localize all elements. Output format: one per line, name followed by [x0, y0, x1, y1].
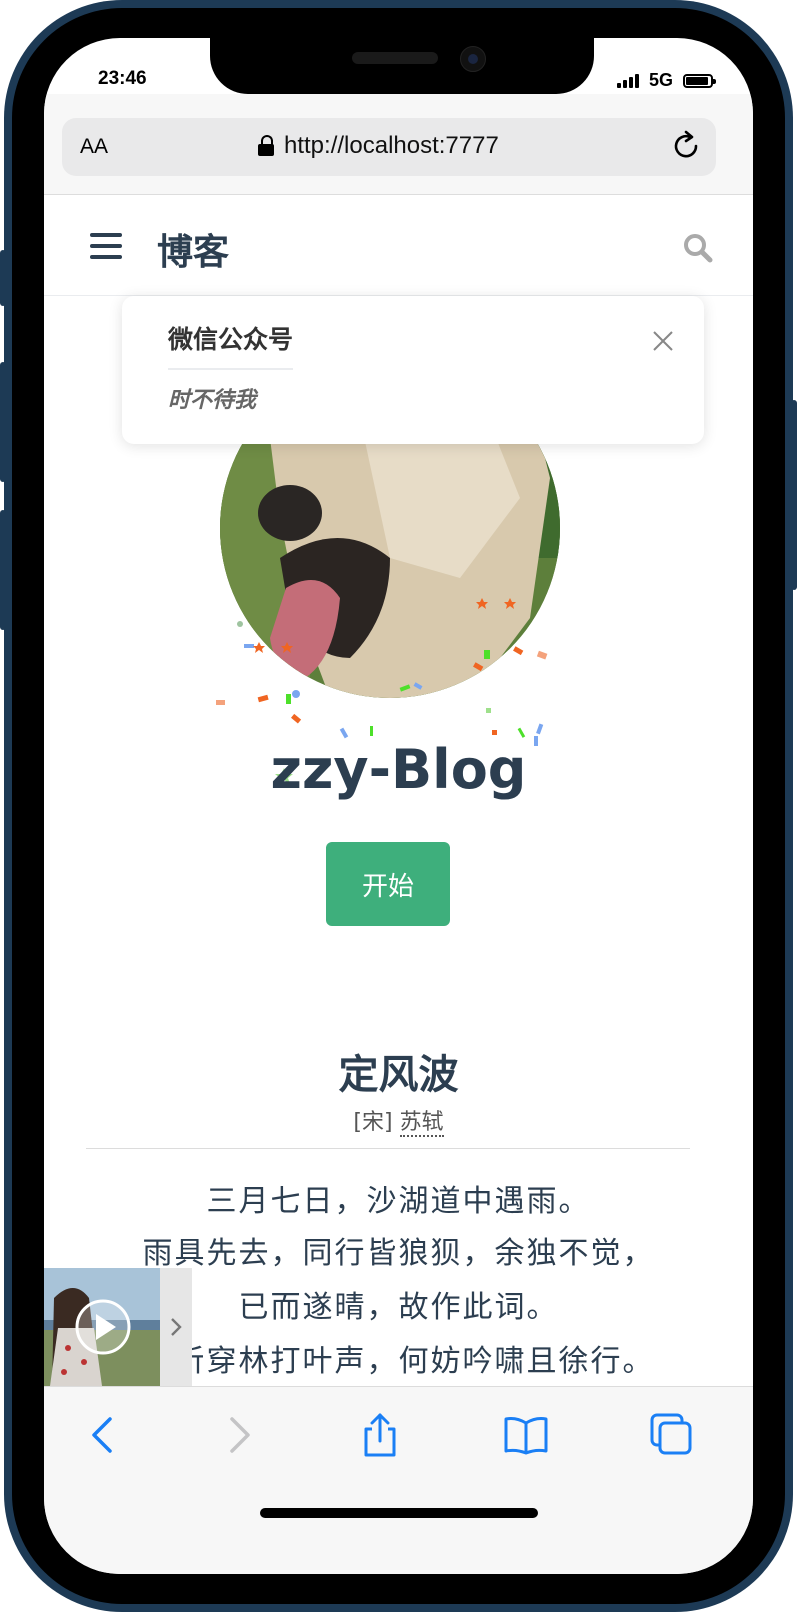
- wechat-popup: 微信公众号 时不待我: [122, 296, 704, 444]
- poem-title: 定风波: [338, 1052, 459, 1098]
- url-text: http://localhost:7777: [284, 132, 499, 159]
- phone-screen: 23:46 5G AA http://localhost:7777 博客 微信公…: [44, 38, 753, 1574]
- bookmarks-icon[interactable]: [502, 1411, 550, 1459]
- volume-down-button: [0, 510, 6, 630]
- home-indicator[interactable]: [260, 1508, 538, 1518]
- signal-icon: [616, 73, 639, 88]
- site-navbar: 博客: [44, 195, 753, 296]
- back-icon[interactable]: [80, 1411, 128, 1459]
- tabs-icon[interactable]: [648, 1411, 696, 1459]
- player-expand-button[interactable]: [160, 1268, 192, 1386]
- hamburger-menu-icon[interactable]: [90, 233, 124, 259]
- search-icon[interactable]: [683, 233, 713, 263]
- hero-title: zzy-Blog: [270, 738, 527, 801]
- mute-switch: [0, 250, 6, 306]
- browser-toolbar: [44, 1386, 753, 1574]
- poem-dynasty: [宋]: [353, 1110, 393, 1135]
- site-title[interactable]: 博客: [157, 223, 229, 275]
- network-label: 5G: [648, 70, 673, 90]
- address-bar[interactable]: AA http://localhost:7777: [62, 118, 716, 176]
- battery-icon: [683, 73, 716, 88]
- poem-line: 三月七日，沙湖道中遇雨。: [206, 1184, 591, 1219]
- url-display[interactable]: http://localhost:7777: [258, 132, 499, 160]
- browser-top-bar: AA http://localhost:7777: [44, 94, 753, 195]
- notch: [210, 38, 594, 94]
- power-button: [791, 400, 797, 590]
- poem-author-link[interactable]: 苏轼: [399, 1110, 444, 1137]
- volume-up-button: [0, 362, 6, 482]
- text-size-button[interactable]: AA: [80, 135, 108, 159]
- status-time: 23:46: [98, 68, 147, 89]
- chevron-right-icon: [171, 1318, 182, 1336]
- poem-line: 雨具先去，同行皆狼狈，余独不觉，: [142, 1236, 655, 1271]
- share-icon[interactable]: [356, 1411, 404, 1459]
- poem-author: [宋] 苏轼: [44, 1104, 753, 1137]
- poem-divider: [86, 1148, 690, 1149]
- close-icon[interactable]: [652, 330, 674, 352]
- speaker: [352, 52, 438, 64]
- reload-icon[interactable]: [668, 128, 704, 164]
- lock-icon: [258, 135, 274, 157]
- popup-text: 时不待我: [168, 388, 257, 413]
- status-indicators: 5G: [616, 70, 716, 91]
- start-button[interactable]: 开始: [326, 842, 450, 926]
- popup-title: 微信公众号: [168, 320, 294, 370]
- front-camera: [460, 46, 486, 72]
- forward-icon[interactable]: [214, 1411, 262, 1459]
- play-icon[interactable]: [74, 1298, 132, 1356]
